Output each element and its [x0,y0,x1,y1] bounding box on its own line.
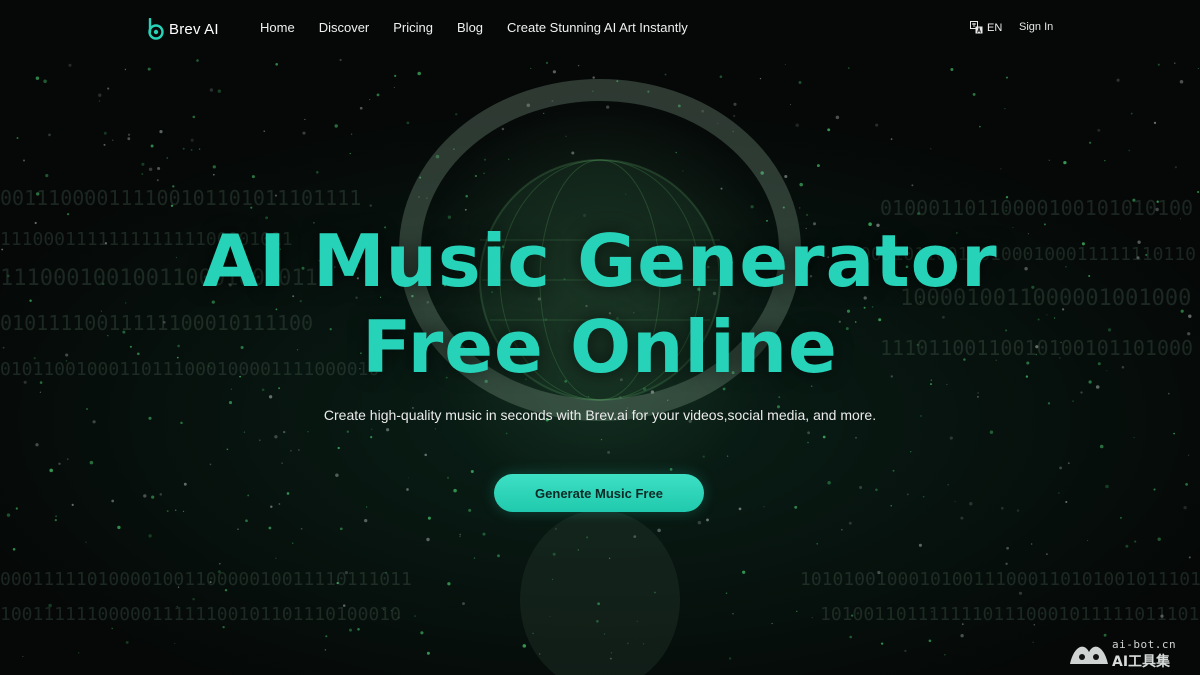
translate-icon [970,21,983,34]
brev-logo-icon [148,18,164,40]
svg-text:101010010001010011100011010100: 1010100100010100111000110101001011101 [800,569,1200,590]
nav-item-home[interactable]: Home [260,20,295,35]
page: 001110000111100101101011101111 1110001111… [0,0,1200,675]
sign-in-link[interactable]: Sign In [1019,21,1053,33]
watermark: ai-bot.cn AI工具集 [1068,636,1192,670]
nav-item-create-ai-art[interactable]: Create Stunning AI Art Instantly [507,20,688,35]
hero-title-line-2: Free Online [362,305,838,389]
lower-globe [520,510,680,675]
watermark-logo-icon [1070,646,1108,664]
svg-text:001110000111100101101011101111: 001110000111100101101011101111 [0,186,361,210]
nav-item-blog[interactable]: Blog [457,20,483,35]
generate-music-button[interactable]: Generate Music Free [494,474,704,512]
main-menu: Home Discover Pricing Blog Create Stunni… [260,20,712,35]
svg-text:101001101111111011100010111110: 10100110111111101110001011111011101 [820,604,1199,625]
watermark-domain: ai-bot.cn [1112,638,1177,651]
svg-text:100111111000001111110010110111: 1001111110000011111100101101110100010 [0,604,401,625]
hero-title: AI Music Generator Free Online [0,218,1200,390]
svg-text:000111110100001001100000100111: 00011111010000100110000010011110111011 [0,569,412,590]
language-switcher[interactable]: EN [970,21,1002,34]
nav-item-pricing[interactable]: Pricing [393,20,433,35]
language-label: EN [987,21,1003,34]
top-navigation: Brev AI Home Discover Pricing Blog Creat… [0,0,1200,58]
watermark-label: AI工具集 [1112,654,1171,670]
brand-name: Brev AI [169,20,219,38]
hero-title-line-1: AI Music Generator [202,219,998,303]
brand-logo[interactable]: Brev AI [147,16,219,42]
svg-text:01000110110000100101010100: 01000110110000100101010100 [880,196,1193,220]
nav-item-discover[interactable]: Discover [319,20,370,35]
hero-subtitle: Create high-quality music in seconds wit… [323,407,877,423]
